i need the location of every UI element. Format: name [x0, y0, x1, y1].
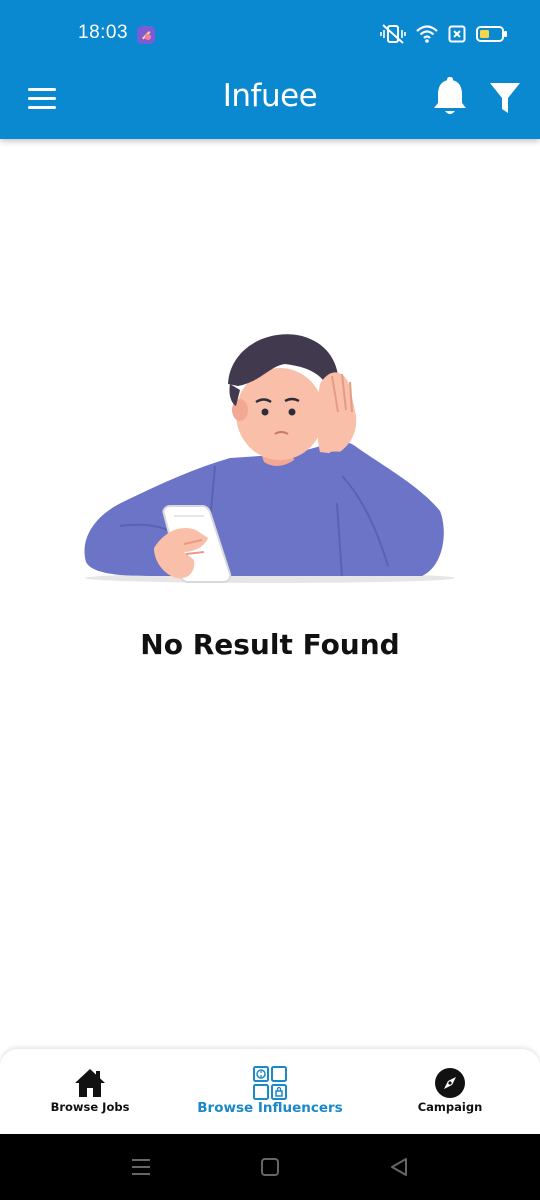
nav-label-browse-influencers: Browse Influencers — [197, 1100, 343, 1116]
home-icon — [75, 1069, 105, 1097]
status-bar: 18:03 — [0, 0, 540, 68]
influencers-grid-icon — [253, 1066, 287, 1100]
bell-icon[interactable] — [430, 76, 470, 120]
back-triangle-icon[interactable] — [387, 1155, 411, 1179]
vibrate-mute-icon — [380, 24, 406, 44]
status-time: 18:03 — [78, 22, 129, 43]
status-icons — [380, 22, 508, 46]
recents-icon[interactable] — [129, 1155, 153, 1179]
sim-x-icon — [448, 25, 466, 43]
nav-browse-influencers[interactable]: Browse Influencers — [190, 1049, 350, 1134]
nav-label-browse-jobs: Browse Jobs — [50, 1100, 130, 1114]
wifi-icon — [416, 25, 438, 43]
home-square-icon[interactable] — [258, 1155, 282, 1179]
bottom-navigation: Browse Jobs Browse Influencers Campaign — [0, 1049, 540, 1134]
nav-campaign[interactable]: Campaign — [400, 1049, 500, 1134]
battery-icon — [476, 26, 507, 42]
filter-icon[interactable] — [488, 80, 522, 116]
compass-icon — [435, 1068, 465, 1098]
no-result-illustration — [84, 334, 455, 583]
nav-browse-jobs[interactable]: Browse Jobs — [40, 1049, 140, 1134]
system-navigation-bar — [0, 1134, 540, 1200]
top-app-header: 18:03 Infuee — [0, 0, 540, 139]
empty-state-message: No Result Found — [140, 628, 400, 661]
app-toolbar: Infuee — [0, 68, 540, 139]
notification-app-icon — [137, 26, 155, 44]
nav-label-campaign: Campaign — [417, 1100, 483, 1114]
